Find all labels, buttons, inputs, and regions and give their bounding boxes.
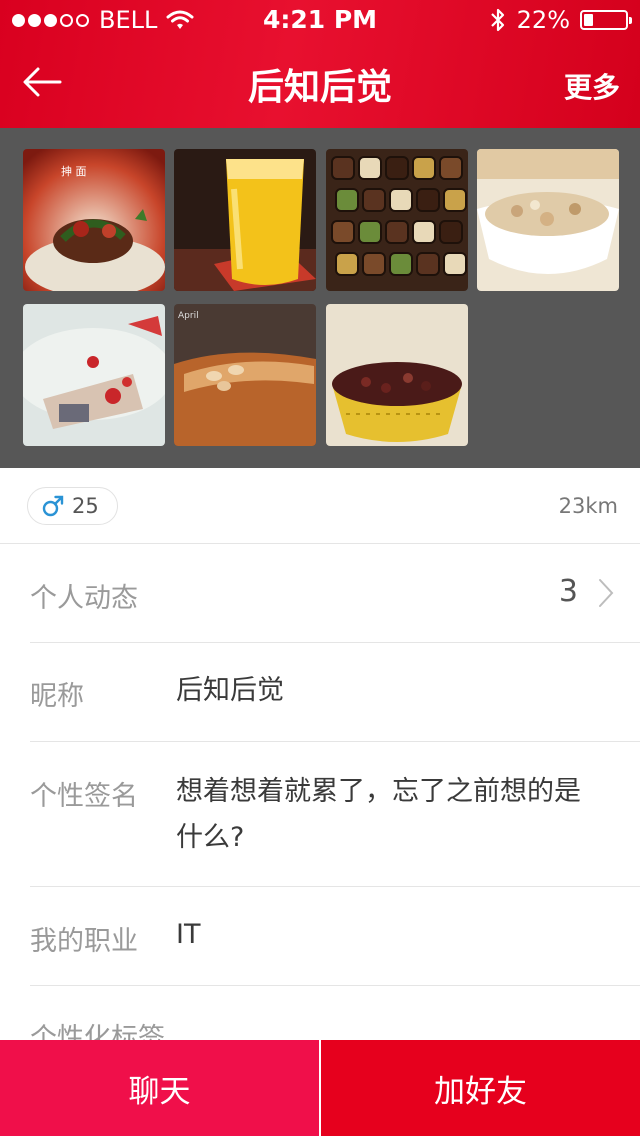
photo-orange-juice[interactable]: [174, 149, 316, 291]
bottom-action-bar: 聊天 加好友: [0, 1040, 640, 1136]
add-friend-button[interactable]: 加好友: [319, 1040, 640, 1136]
activity-row[interactable]: 个人动态 3: [0, 544, 640, 642]
photo-caption: 抻 面: [61, 164, 87, 178]
nickname-row: 昵称 后知后觉: [0, 643, 640, 741]
signature-label: 个性签名: [30, 781, 138, 812]
battery-icon: [580, 10, 632, 30]
job-row: 我的职业 IT: [0, 887, 640, 985]
status-right: 22%: [489, 6, 632, 34]
signature-row: 个性签名 想着想着就累了，忘了之前想的是什么?: [0, 742, 640, 886]
profile-meta: 25 23km: [0, 468, 640, 544]
gender-age-badge: 25: [27, 487, 118, 525]
battery-percent: 22%: [516, 6, 570, 34]
job-label: 我的职业: [30, 926, 138, 957]
chevron-right-icon: [599, 579, 614, 607]
status-bar: BELL 4:21 PM 22%: [0, 0, 640, 40]
bluetooth-icon: [490, 8, 504, 32]
nickname-value: 后知后觉: [176, 675, 284, 706]
photo-caption: April: [178, 311, 199, 321]
battery-level: [584, 14, 593, 26]
distance-value: 23km: [558, 494, 618, 518]
header: BELL 4:21 PM 22% 后知后觉 更多: [0, 0, 640, 128]
male-icon: [42, 495, 64, 517]
signature-value: 想着想着就累了，忘了之前想的是什么?: [176, 776, 581, 853]
activity-count: 3: [558, 574, 578, 609]
photo-oat-porridge[interactable]: [477, 149, 619, 291]
tags-row: 个性化标签: [0, 986, 640, 1046]
photo-noodle-dish[interactable]: 抻 面: [23, 149, 165, 291]
chat-button[interactable]: 聊天: [0, 1040, 319, 1136]
nickname-label: 昵称: [30, 681, 84, 712]
photo-gallery: 抻 面 April: [0, 128, 640, 468]
photo-chocolate-box[interactable]: [326, 149, 468, 291]
photo-bean-congee[interactable]: [326, 304, 468, 446]
photo-pork-rib-soup[interactable]: [23, 304, 165, 446]
activity-label: 个人动态: [30, 583, 138, 614]
nav-bar: 后知后觉 更多: [0, 40, 640, 128]
job-value: IT: [176, 919, 201, 950]
more-button[interactable]: 更多: [564, 66, 620, 106]
age-value: 25: [72, 494, 99, 518]
page-title: 后知后觉: [247, 67, 392, 108]
photo-almond-cake[interactable]: April: [174, 304, 316, 446]
